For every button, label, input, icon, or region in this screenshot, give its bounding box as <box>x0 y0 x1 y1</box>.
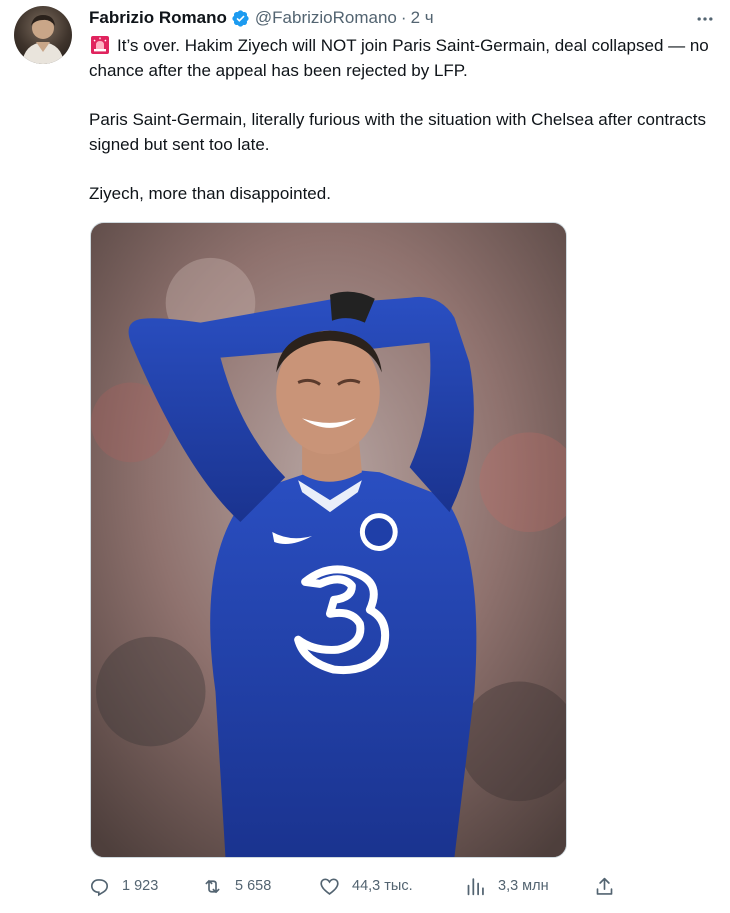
handle[interactable]: @FabrizioRomano <box>255 8 397 28</box>
reply-icon <box>90 878 109 896</box>
rotating-light-icon <box>91 36 109 54</box>
views-chart-icon <box>467 877 484 895</box>
timestamp[interactable]: 2 ч <box>411 8 434 28</box>
view-count: 3,3 млн <box>498 878 549 894</box>
separator-dot: · <box>400 8 407 27</box>
display-name[interactable]: Fabrizio Romano <box>89 8 227 28</box>
retweet-count: 5 658 <box>235 878 272 894</box>
heart-icon <box>320 877 339 895</box>
reply-button[interactable]: 1 923 <box>89 872 158 900</box>
reply-count: 1 923 <box>122 878 159 894</box>
tweet-paragraph-3: Ziyech, more than disappointed. <box>89 184 331 203</box>
share-button[interactable] <box>594 872 615 900</box>
retweet-icon <box>205 879 220 893</box>
share-icon <box>596 877 613 895</box>
tweet-paragraph-2: Paris Saint-Germain, literally furious w… <box>89 110 706 154</box>
retweet-button[interactable]: 5 658 <box>202 872 271 900</box>
more-options-icon[interactable] <box>694 8 716 30</box>
tweet-header: Fabrizio Romano @FabrizioRomano · 2 ч <box>89 7 434 29</box>
verified-badge-icon <box>231 9 250 28</box>
tweet-actions: 1 923 5 658 44,3 тыс. 3,3 млн <box>89 872 629 900</box>
tweet-paragraph-1: It’s over. Hakim Ziyech will NOT join Pa… <box>89 36 709 80</box>
like-button[interactable]: 44,3 тыс. <box>319 872 413 900</box>
tweet-photo[interactable] <box>90 222 567 858</box>
like-count: 44,3 тыс. <box>352 878 413 894</box>
tweet[interactable]: Fabrizio Romano @FabrizioRomano · 2 ч It… <box>0 0 730 913</box>
tweet-text: It’s over. Hakim Ziyech will NOT join Pa… <box>89 34 717 232</box>
views-button[interactable]: 3,3 млн <box>465 872 549 900</box>
avatar[interactable] <box>14 6 72 64</box>
tweet-paragraph: It’s over. Hakim Ziyech will NOT join Pa… <box>89 34 717 83</box>
